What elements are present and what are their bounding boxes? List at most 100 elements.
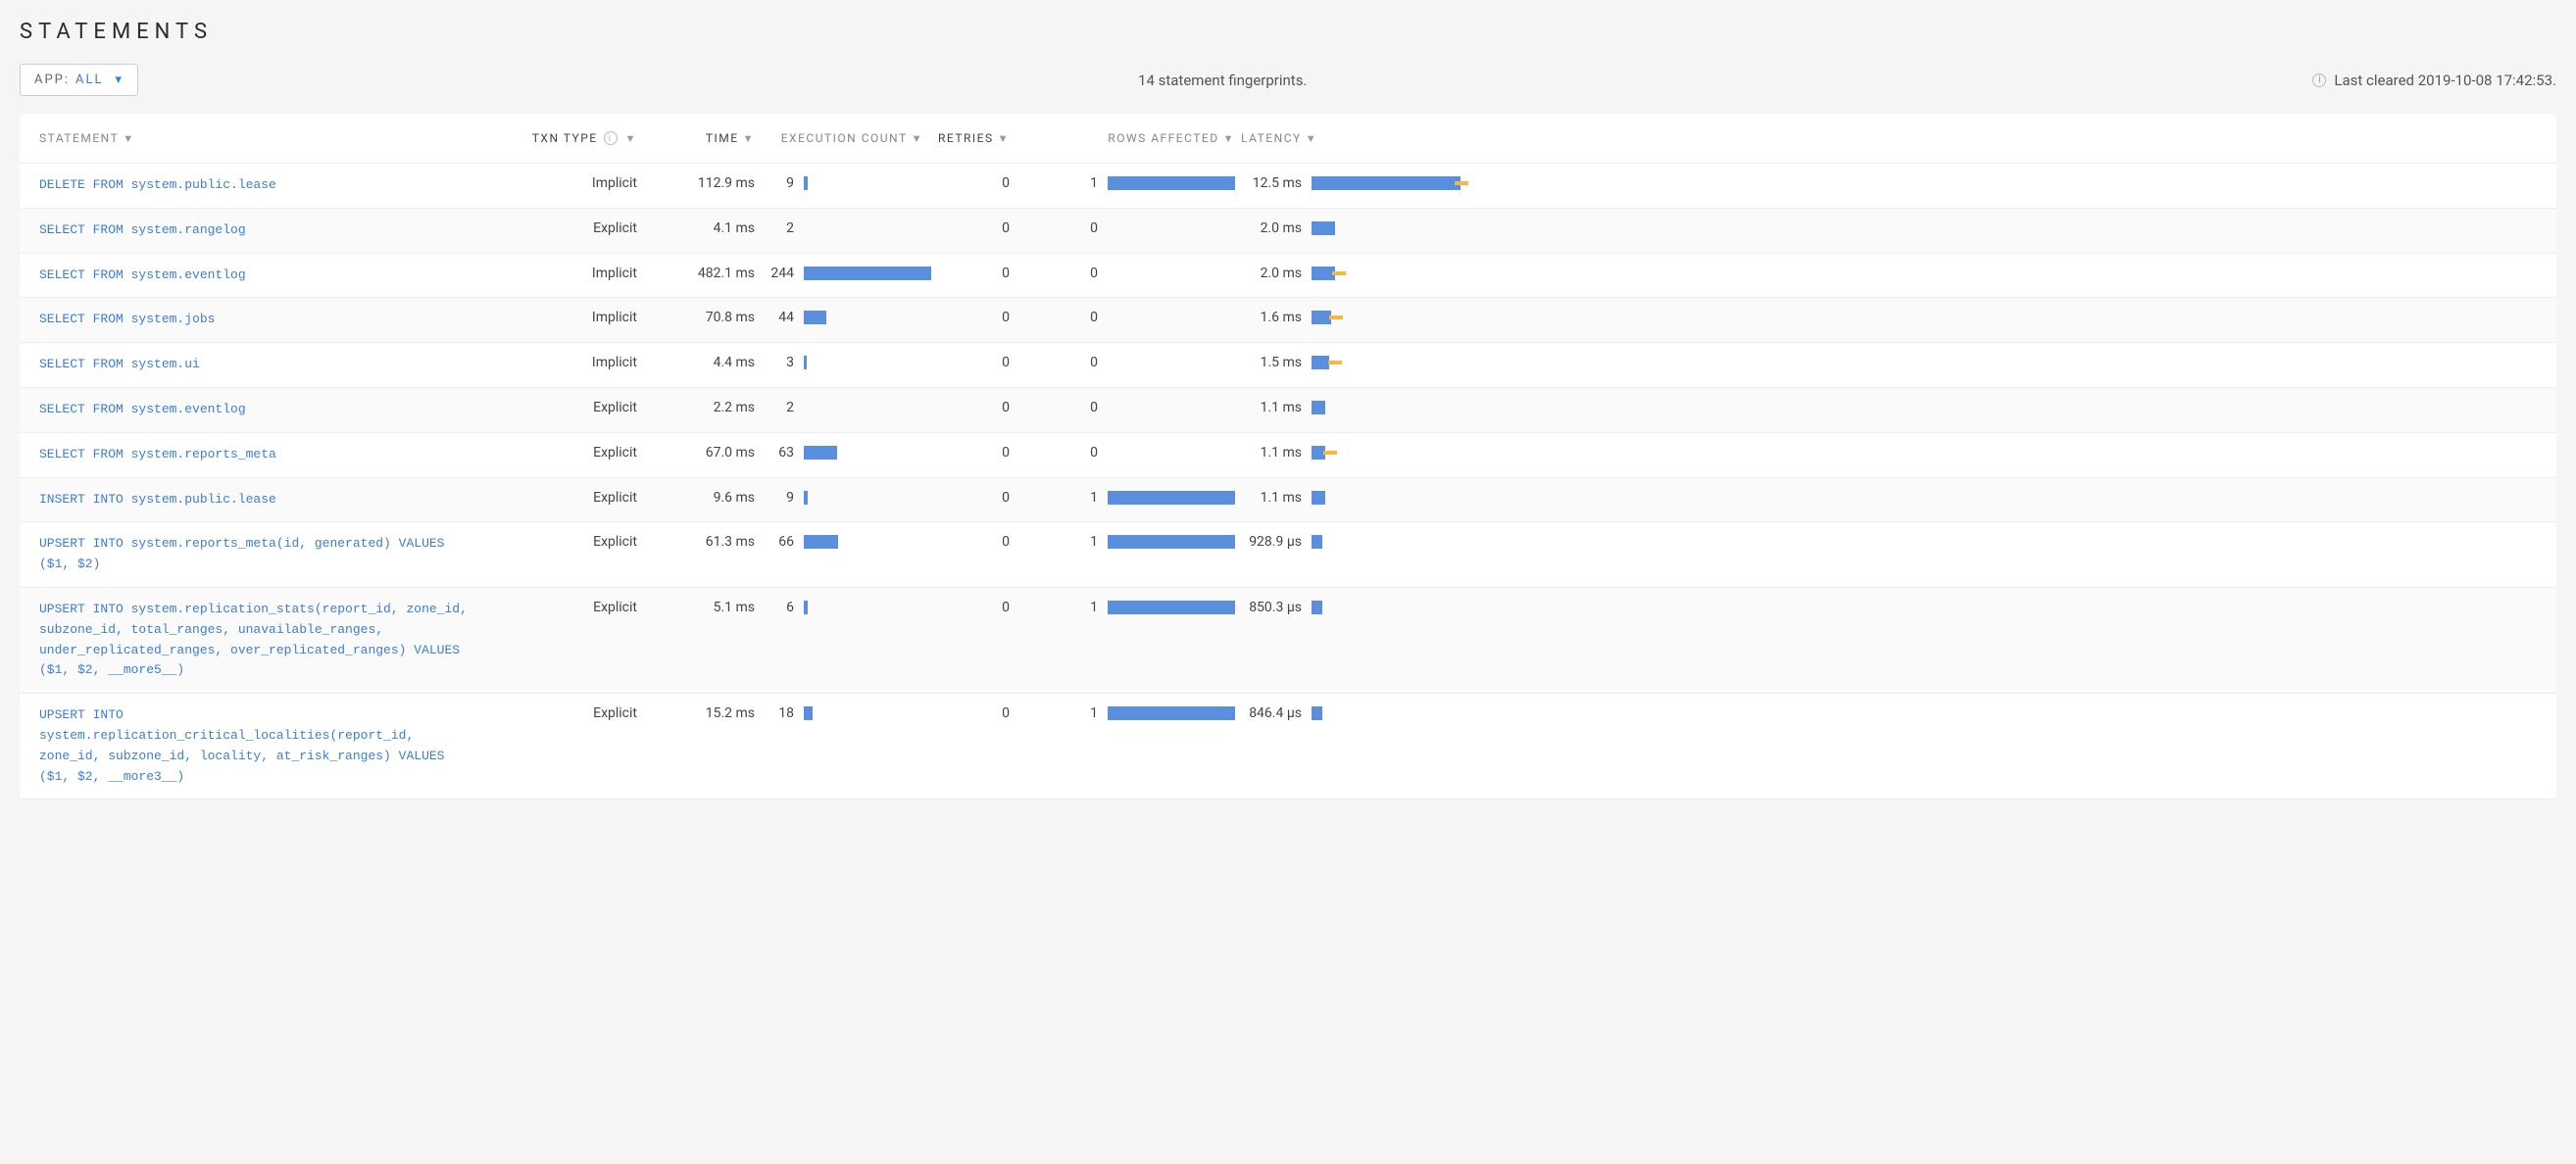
- cell-statement: SELECT FROM system.rangelog: [39, 220, 490, 241]
- cell-retries: 0: [931, 490, 1039, 506]
- table-row: UPSERT INTO system.replication_stats(rep…: [20, 588, 2556, 694]
- latency-value: 1.1 ms: [1235, 490, 1302, 506]
- cell-txn-type: Explicit: [490, 400, 637, 415]
- col-header-statement-label: STATEMENT: [39, 131, 119, 145]
- col-header-retries-label: RETRIES: [938, 131, 994, 145]
- rows-affected-value: 0: [1068, 400, 1098, 415]
- exec-bar-track: [804, 311, 931, 324]
- cell-exec-count: 63: [755, 445, 931, 461]
- cell-txn-type: Implicit: [490, 175, 637, 191]
- latency-marker: [1328, 361, 1342, 364]
- cell-exec-count: 2: [755, 220, 931, 236]
- cell-time: 15.2 ms: [637, 705, 755, 721]
- statement-link[interactable]: SELECT FROM system.eventlog: [39, 267, 246, 282]
- exec-bar-track: [804, 356, 931, 369]
- cell-time: 9.6 ms: [637, 490, 755, 506]
- latency-bar: [1312, 311, 1331, 324]
- cell-retries: 0: [931, 355, 1039, 370]
- rows-bar-track: [1108, 601, 1235, 614]
- last-cleared: i Last cleared 2019-10-08 17:42:53.: [2306, 72, 2556, 89]
- cell-statement: DELETE FROM system.public.lease: [39, 175, 490, 196]
- cell-statement: SELECT FROM system.eventlog: [39, 400, 490, 420]
- exec-bar: [804, 706, 813, 720]
- exec-count-value: 66: [755, 534, 794, 550]
- cell-rows-affected: 0: [1039, 266, 1235, 281]
- cell-rows-affected: 1: [1039, 705, 1235, 721]
- table-row: UPSERT INTO system.reports_meta(id, gene…: [20, 522, 2556, 588]
- col-header-time[interactable]: TIME ▼: [637, 131, 755, 145]
- statement-link[interactable]: UPSERT INTO system.reports_meta(id, gene…: [39, 536, 444, 571]
- col-header-latency[interactable]: LATENCY ▼: [1235, 131, 1461, 145]
- app-filter-value: ALL: [75, 73, 103, 87]
- exec-bar: [804, 311, 826, 324]
- cell-time: 4.1 ms: [637, 220, 755, 236]
- cell-exec-count: 2: [755, 400, 931, 415]
- info-icon: i: [604, 131, 618, 145]
- col-header-txn-type[interactable]: TXN TYPE i ▼: [490, 131, 637, 145]
- cell-txn-type: Implicit: [490, 355, 637, 370]
- cell-txn-type: Explicit: [490, 220, 637, 236]
- cell-latency: 850.3 µs: [1235, 600, 1461, 615]
- app-filter-button[interactable]: APP: ALL ▾: [20, 64, 138, 96]
- rows-bar-track: [1108, 311, 1235, 324]
- cell-latency: 846.4 µs: [1235, 705, 1461, 721]
- statement-link[interactable]: SELECT FROM system.jobs: [39, 312, 215, 326]
- cell-txn-type: Implicit: [490, 310, 637, 325]
- cell-rows-affected: 0: [1039, 220, 1235, 236]
- latency-bar: [1312, 601, 1322, 614]
- sort-icon: ▼: [743, 132, 755, 145]
- app-filter-label: APP:: [34, 73, 70, 87]
- rows-bar-track: [1108, 221, 1235, 235]
- latency-bar: [1312, 535, 1322, 549]
- latency-marker: [1329, 315, 1343, 319]
- cell-time: 70.8 ms: [637, 310, 755, 325]
- cell-time: 112.9 ms: [637, 175, 755, 191]
- cell-txn-type: Explicit: [490, 534, 637, 550]
- statement-link[interactable]: SELECT FROM system.ui: [39, 357, 200, 371]
- statement-link[interactable]: SELECT FROM system.reports_meta: [39, 447, 276, 461]
- statement-link[interactable]: UPSERT INTO system.replication_stats(rep…: [39, 602, 468, 677]
- cell-rows-affected: 1: [1039, 534, 1235, 550]
- cell-time: 2.2 ms: [637, 400, 755, 415]
- cell-statement: INSERT INTO system.public.lease: [39, 490, 490, 510]
- exec-bar: [804, 601, 808, 614]
- latency-bar-track: [1312, 356, 1461, 369]
- cell-latency: 1.5 ms: [1235, 355, 1461, 370]
- exec-bar-track: [804, 221, 931, 235]
- cell-exec-count: 9: [755, 175, 931, 191]
- col-header-latency-label: LATENCY: [1241, 131, 1302, 145]
- table-row: SELECT FROM system.eventlog Explicit2.2 m…: [20, 388, 2556, 433]
- col-header-time-label: TIME: [706, 131, 739, 145]
- col-header-statement[interactable]: STATEMENT ▼: [39, 131, 490, 145]
- rows-bar-track: [1108, 267, 1235, 280]
- latency-value: 1.5 ms: [1235, 355, 1302, 370]
- statement-link[interactable]: SELECT FROM system.rangelog: [39, 222, 246, 237]
- col-header-rows-label: ROWS AFFECTED: [1108, 131, 1218, 145]
- col-header-retries[interactable]: RETRIES ▼: [931, 131, 1039, 145]
- latency-bar: [1312, 706, 1322, 720]
- statement-link[interactable]: DELETE FROM system.public.lease: [39, 177, 276, 192]
- cell-exec-count: 9: [755, 490, 931, 506]
- last-cleared-timestamp: 2019-10-08 17:42:53.: [2418, 72, 2556, 89]
- statement-link[interactable]: SELECT FROM system.eventlog: [39, 402, 246, 416]
- rows-affected-value: 1: [1068, 490, 1098, 506]
- col-header-exec-label: EXECUTION COUNT: [781, 131, 908, 145]
- cell-latency: 1.1 ms: [1235, 445, 1461, 461]
- cell-latency: 1.1 ms: [1235, 490, 1461, 506]
- latency-marker: [1332, 271, 1346, 275]
- rows-bar: [1108, 601, 1235, 614]
- statement-link[interactable]: INSERT INTO system.public.lease: [39, 492, 276, 507]
- rows-affected-value: 0: [1068, 220, 1098, 236]
- rows-affected-value: 0: [1068, 355, 1098, 370]
- rows-bar-track: [1108, 706, 1235, 720]
- col-header-exec-count[interactable]: EXECUTION COUNT ▼: [755, 131, 931, 145]
- exec-count-value: 63: [755, 445, 794, 461]
- exec-bar: [804, 356, 807, 369]
- rows-bar-track: [1108, 356, 1235, 369]
- sort-icon: ▼: [912, 132, 923, 145]
- statement-link[interactable]: UPSERT INTO system.replication_critical_…: [39, 707, 444, 783]
- rows-affected-value: 0: [1068, 310, 1098, 325]
- col-header-rows-affected[interactable]: ROWS AFFECTED ▼: [1039, 131, 1235, 145]
- latency-bar-track: [1312, 446, 1461, 460]
- latency-bar: [1312, 176, 1461, 190]
